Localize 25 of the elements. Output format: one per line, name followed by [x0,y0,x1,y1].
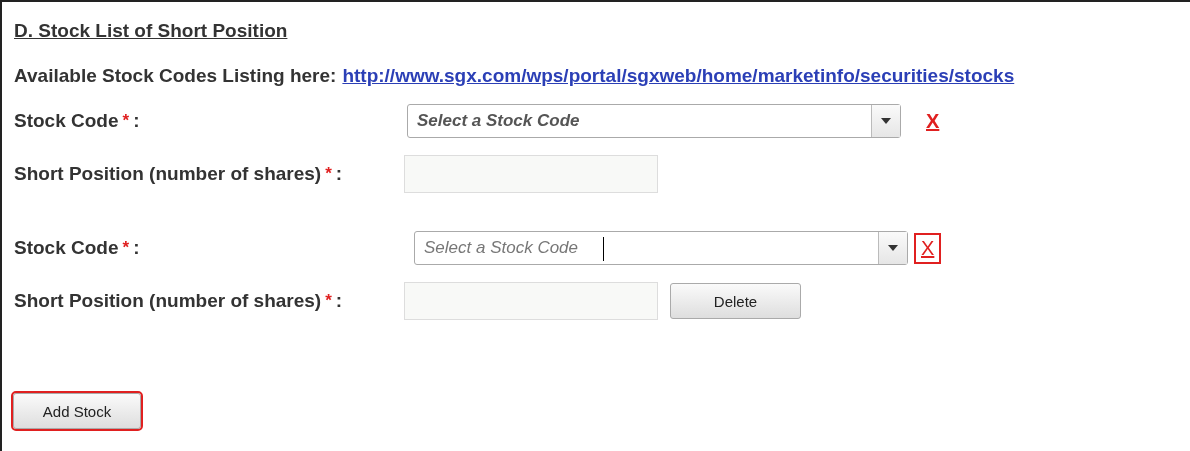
stock-code-label: Stock Code [14,110,119,132]
dropdown-arrow-icon [888,245,898,251]
dropdown-arrow-icon [881,118,891,124]
required-mark: * [325,164,332,184]
label-colon: : [133,110,140,132]
listing-label: Available Stock Codes Listing here: [14,65,337,87]
section-title: D. Stock List of Short Position [14,20,288,42]
stock-code-label: Stock Code [14,237,119,259]
add-stock-button[interactable]: Add Stock [13,393,141,429]
short-position-label: Short Position (number of shares) [14,163,322,185]
label-colon: : [335,163,343,185]
required-mark: * [325,291,332,311]
remove-link[interactable]: X [919,105,947,137]
remove-link[interactable]: X [914,232,942,264]
label-colon: : [335,290,343,312]
label-colon: : [133,237,140,259]
stock-listing-link[interactable]: http://www.sgx.com/wps/portal/sgxweb/home/marketinfo/securities/stocks [342,65,1015,87]
required-mark: * [122,238,130,258]
required-mark: * [122,111,130,131]
short-position-input[interactable] [404,282,658,320]
delete-button[interactable]: Delete [670,283,801,319]
short-position-label: Short Position (number of shares) [14,290,322,312]
stock-code-select[interactable]: Select a Stock Code [407,104,901,138]
short-position-input[interactable] [404,155,658,193]
stock-code-select[interactable]: Select a Stock Code [414,231,908,265]
